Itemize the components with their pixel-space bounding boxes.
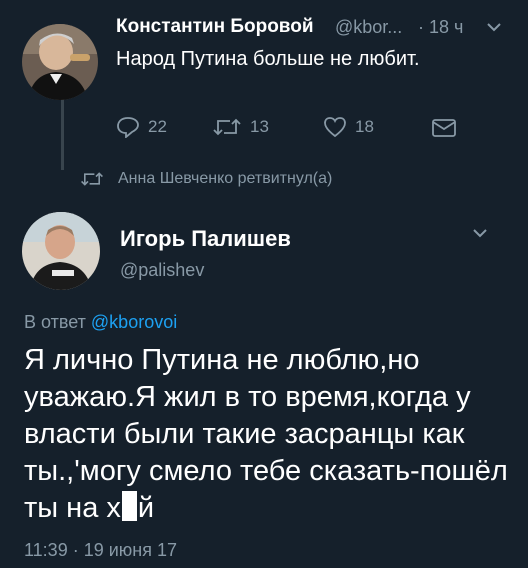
tweet-text-end: й	[137, 492, 155, 524]
reply-prefix: В ответ	[24, 312, 86, 332]
reply-to-handle-link[interactable]: @kborovoi	[91, 312, 177, 332]
retweet-notice[interactable]: Анна Шевченко ретвитнул(а)	[80, 170, 332, 188]
retweet-icon	[81, 172, 103, 186]
author-name[interactable]: Константин Боровой	[116, 16, 314, 38]
direct-message-button[interactable]	[431, 118, 457, 138]
retweet-notice-text: Анна Шевченко ретвитнул(а)	[118, 170, 333, 187]
chevron-down-icon[interactable]	[486, 20, 502, 38]
like-count: 18	[355, 117, 374, 136]
avatar-igor[interactable]	[22, 212, 100, 290]
reply-button[interactable]: 22	[116, 116, 167, 138]
tweet-text-main: Я лично Путина не люблю,но уважаю.Я жил …	[24, 344, 508, 524]
tweet-time[interactable]: · 18 ч	[418, 17, 463, 38]
reply-count: 22	[148, 117, 167, 136]
thread-connector-line	[61, 92, 64, 170]
retweet-count: 13	[250, 117, 269, 136]
tweet-timestamp[interactable]: 11:39 · 19 июня 17	[24, 540, 177, 561]
reply-context: В ответ @kborovoi	[24, 312, 177, 333]
author-name[interactable]: Игорь Палишев	[120, 226, 291, 252]
reply-icon	[117, 117, 139, 138]
direct-message-icon	[432, 119, 456, 137]
like-icon	[324, 117, 346, 138]
author-handle[interactable]: @kbor...	[335, 17, 402, 38]
like-button[interactable]: 18	[323, 116, 374, 138]
tweet-text: Народ Путина больше не любит.	[116, 48, 420, 70]
tweet-text: Я лично Путина не люблю,но уважаю.Я жил …	[24, 342, 516, 527]
retweet-button[interactable]: 13	[212, 116, 269, 138]
censor-block	[121, 491, 137, 521]
avatar-konstantin[interactable]	[22, 24, 98, 100]
retweet-icon	[213, 118, 241, 136]
author-handle[interactable]: @palishev	[120, 260, 204, 281]
chevron-down-icon[interactable]	[472, 226, 488, 244]
